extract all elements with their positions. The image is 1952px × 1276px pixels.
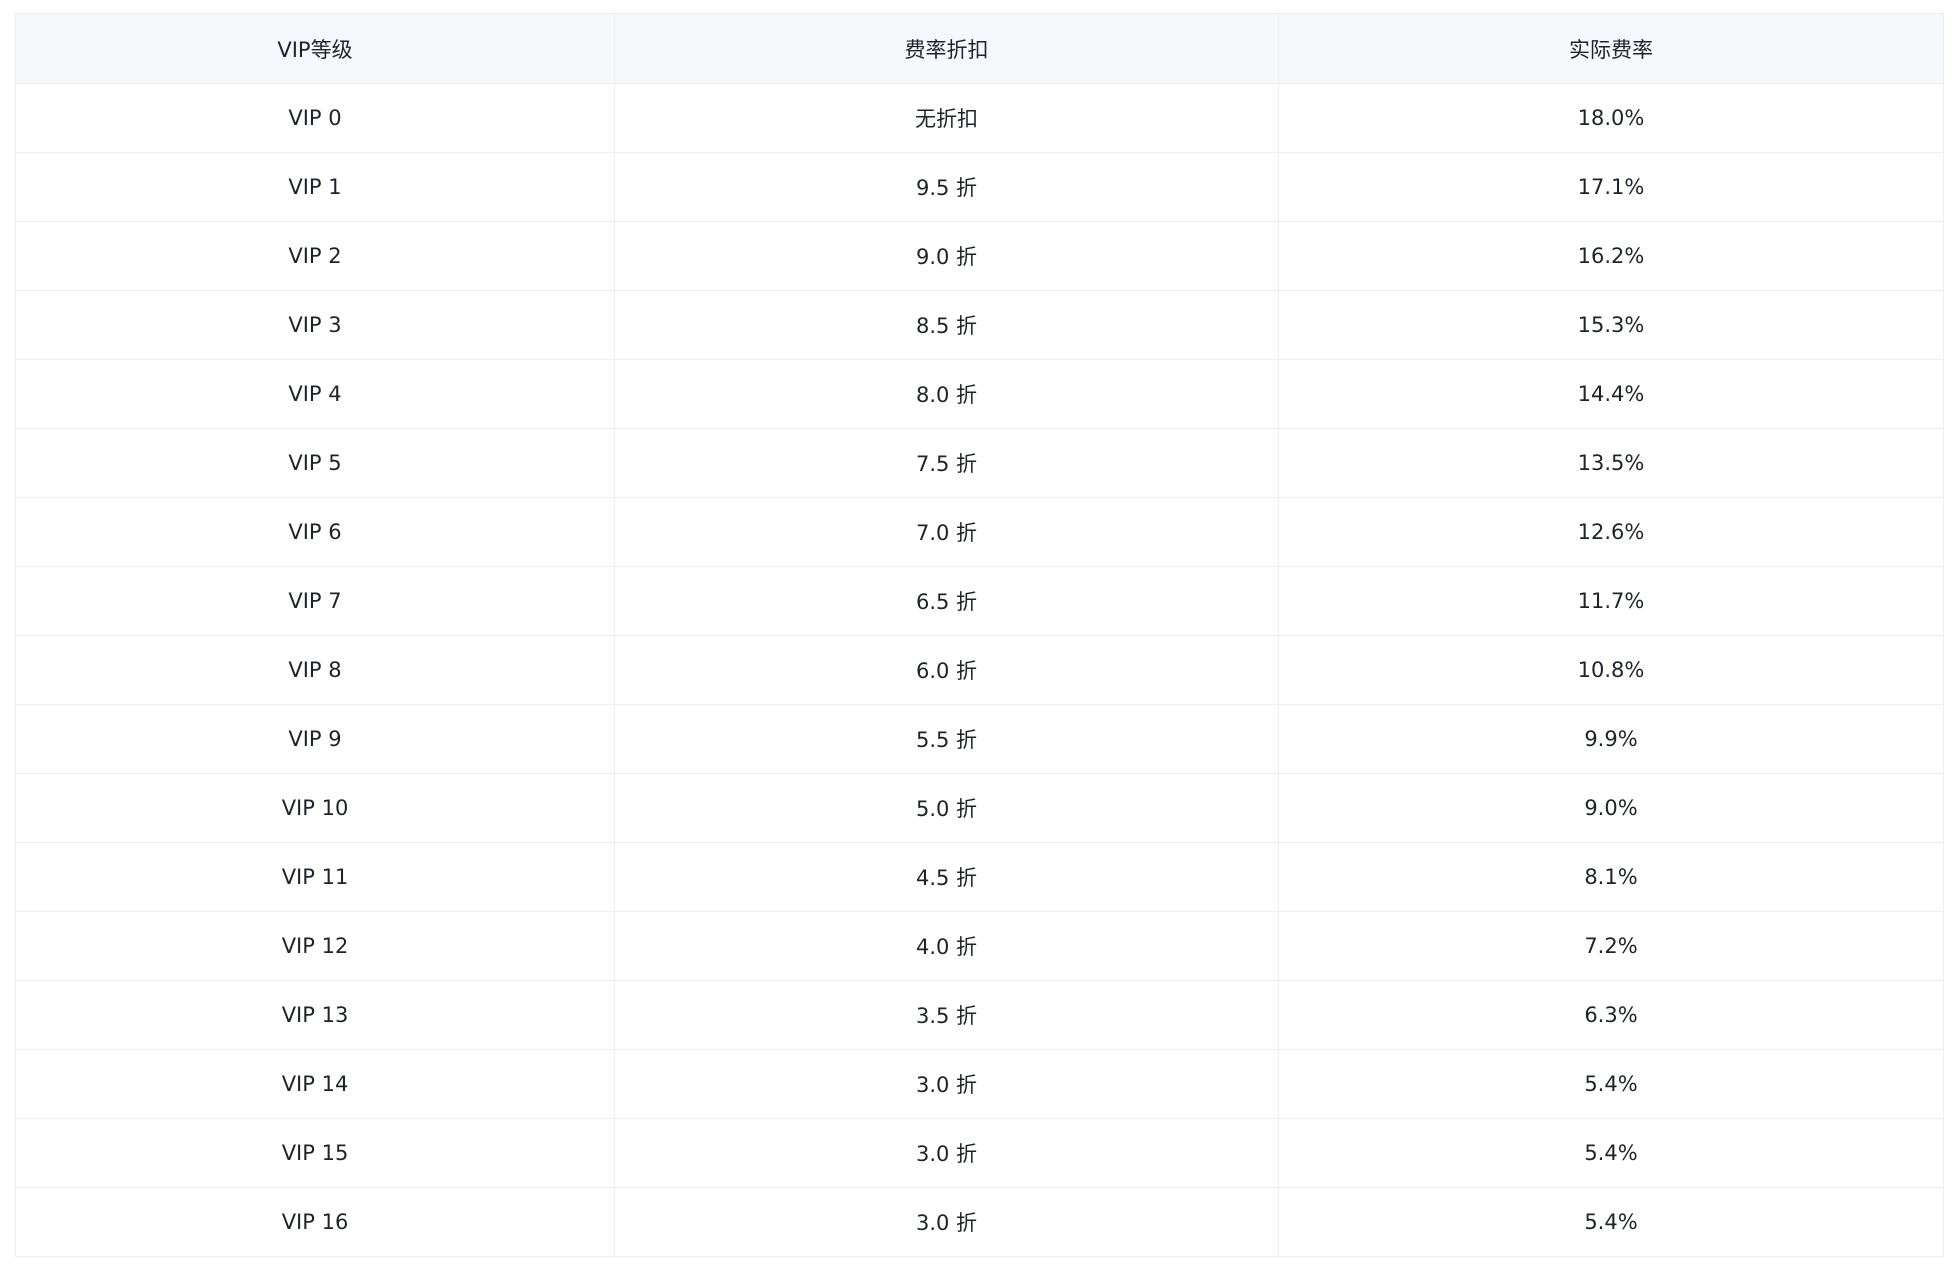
cell-vip-level: VIP 1 [15,152,615,222]
cell-actual-rate: 8.1% [1278,842,1944,912]
cell-vip-level: VIP 5 [15,428,615,498]
table-row: VIP 8 6.0 折 10.8% [15,635,1944,705]
cell-actual-rate: 16.2% [1278,221,1944,291]
cell-vip-level: VIP 0 [15,83,615,153]
table-header: VIP等级 费率折扣 实际费率 [15,13,1944,84]
cell-fee-discount: 8.0 折 [614,359,1279,429]
cell-actual-rate: 9.0% [1278,773,1944,843]
table-row: VIP 16 3.0 折 5.4% [15,1187,1944,1257]
cell-vip-level: VIP 6 [15,497,615,567]
cell-fee-discount: 6.0 折 [614,635,1279,705]
cell-actual-rate: 13.5% [1278,428,1944,498]
cell-vip-level: VIP 2 [15,221,615,291]
table-row: VIP 5 7.5 折 13.5% [15,428,1944,498]
cell-fee-discount: 4.0 折 [614,911,1279,981]
table-row: VIP 12 4.0 折 7.2% [15,911,1944,981]
vip-fee-table-container: VIP等级 费率折扣 实际费率 VIP 0 无折扣 18.0% VIP 1 9.… [15,13,1944,1257]
header-row: VIP等级 费率折扣 实际费率 [15,13,1944,84]
cell-fee-discount: 3.0 折 [614,1049,1279,1119]
cell-vip-level: VIP 9 [15,704,615,774]
table-row: VIP 2 9.0 折 16.2% [15,221,1944,291]
cell-actual-rate: 15.3% [1278,290,1944,360]
cell-vip-level: VIP 3 [15,290,615,360]
table-row: VIP 11 4.5 折 8.1% [15,842,1944,912]
table-row: VIP 3 8.5 折 15.3% [15,290,1944,360]
cell-actual-rate: 5.4% [1278,1187,1944,1257]
cell-fee-discount: 4.5 折 [614,842,1279,912]
cell-fee-discount: 6.5 折 [614,566,1279,636]
cell-fee-discount: 7.5 折 [614,428,1279,498]
cell-fee-discount: 3.5 折 [614,980,1279,1050]
table-row: VIP 15 3.0 折 5.4% [15,1118,1944,1188]
vip-fee-table: VIP等级 费率折扣 实际费率 VIP 0 无折扣 18.0% VIP 1 9.… [15,13,1944,1257]
table-body: VIP 0 无折扣 18.0% VIP 1 9.5 折 17.1% VIP 2 … [15,83,1944,1257]
cell-actual-rate: 18.0% [1278,83,1944,153]
cell-fee-discount: 7.0 折 [614,497,1279,567]
table-row: VIP 14 3.0 折 5.4% [15,1049,1944,1119]
header-actual-rate: 实际费率 [1278,13,1944,84]
cell-actual-rate: 9.9% [1278,704,1944,774]
cell-vip-level: VIP 11 [15,842,615,912]
cell-actual-rate: 10.8% [1278,635,1944,705]
cell-fee-discount: 5.0 折 [614,773,1279,843]
cell-vip-level: VIP 10 [15,773,615,843]
cell-fee-discount: 无折扣 [614,83,1279,153]
cell-fee-discount: 8.5 折 [614,290,1279,360]
cell-fee-discount: 9.5 折 [614,152,1279,222]
cell-actual-rate: 12.6% [1278,497,1944,567]
table-row: VIP 9 5.5 折 9.9% [15,704,1944,774]
table-row: VIP 4 8.0 折 14.4% [15,359,1944,429]
cell-fee-discount: 9.0 折 [614,221,1279,291]
table-row: VIP 0 无折扣 18.0% [15,83,1944,153]
cell-actual-rate: 11.7% [1278,566,1944,636]
table-row: VIP 13 3.5 折 6.3% [15,980,1944,1050]
cell-fee-discount: 3.0 折 [614,1187,1279,1257]
cell-actual-rate: 7.2% [1278,911,1944,981]
table-row: VIP 6 7.0 折 12.6% [15,497,1944,567]
cell-actual-rate: 5.4% [1278,1118,1944,1188]
cell-vip-level: VIP 15 [15,1118,615,1188]
header-fee-discount: 费率折扣 [614,13,1279,84]
cell-actual-rate: 14.4% [1278,359,1944,429]
cell-vip-level: VIP 12 [15,911,615,981]
cell-actual-rate: 5.4% [1278,1049,1944,1119]
cell-vip-level: VIP 8 [15,635,615,705]
cell-actual-rate: 17.1% [1278,152,1944,222]
cell-vip-level: VIP 4 [15,359,615,429]
table-row: VIP 1 9.5 折 17.1% [15,152,1944,222]
header-vip-level: VIP等级 [15,13,615,84]
table-row: VIP 10 5.0 折 9.0% [15,773,1944,843]
cell-vip-level: VIP 13 [15,980,615,1050]
cell-actual-rate: 6.3% [1278,980,1944,1050]
cell-vip-level: VIP 14 [15,1049,615,1119]
cell-vip-level: VIP 7 [15,566,615,636]
cell-fee-discount: 3.0 折 [614,1118,1279,1188]
cell-vip-level: VIP 16 [15,1187,615,1257]
cell-fee-discount: 5.5 折 [614,704,1279,774]
table-row: VIP 7 6.5 折 11.7% [15,566,1944,636]
